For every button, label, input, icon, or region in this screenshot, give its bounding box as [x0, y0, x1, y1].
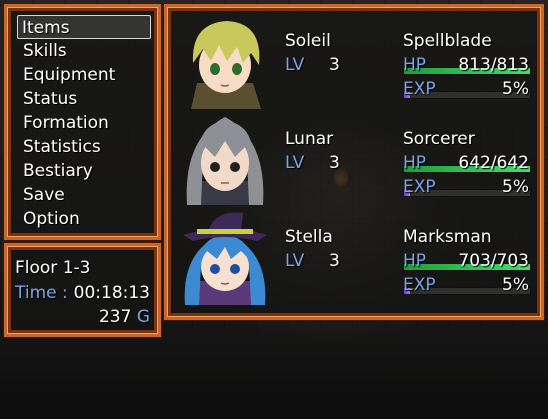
time-label: Time :: [15, 283, 68, 303]
soleil-level-value: 3: [329, 55, 340, 75]
party-member-soleil[interactable]: Soleil LV 3 Spellblade HP 813/813 EXP 5%: [167, 7, 541, 109]
stella-name: Stella: [285, 227, 333, 247]
lunar-name: Lunar: [285, 129, 334, 149]
soleil-hp-value: 813/813: [458, 55, 529, 75]
lunar-exp-value: 5%: [502, 177, 529, 197]
menu-item-equipment[interactable]: Equipment: [19, 63, 115, 87]
lunar-class: Sorcerer: [403, 129, 475, 149]
lunar-hp-label: HP: [403, 153, 427, 173]
play-time-value: 00:18:13: [73, 283, 150, 303]
stella-exp-label: EXP: [403, 275, 436, 295]
soleil-hp-label: HP: [403, 55, 427, 75]
lunar-level-value: 3: [329, 153, 340, 173]
lunar-level-label: LV: [285, 153, 305, 173]
menu-item-items[interactable]: Items: [17, 15, 151, 39]
stella-level-label: LV: [285, 251, 305, 271]
gold-value: 237: [98, 307, 132, 327]
lunar-portrait: [177, 109, 273, 205]
menu-item-bestiary[interactable]: Bestiary: [19, 159, 93, 183]
soleil-class: Spellblade: [403, 31, 492, 51]
party-member-lunar[interactable]: Lunar LV 3 Sorcerer HP 642/642 EXP 5%: [167, 107, 541, 207]
stella-class: Marksman: [403, 227, 492, 247]
soleil-exp-value: 5%: [502, 79, 529, 99]
location-label: Floor 1-3: [15, 258, 91, 278]
lunar-hp-value: 642/642: [458, 153, 529, 173]
stella-hp-value: 703/703: [458, 251, 529, 271]
party-member-stella[interactable]: Stella LV 3 Marksman HP 703/703 EXP 5%: [167, 207, 541, 313]
gold-unit: G: [136, 307, 150, 327]
menu-item-save[interactable]: Save: [19, 183, 65, 207]
menu-item-statistics[interactable]: Statistics: [19, 135, 101, 159]
menu-item-formation[interactable]: Formation: [19, 111, 109, 135]
party-status-window: Soleil LV 3 Spellblade HP 813/813 EXP 5%…: [164, 4, 544, 320]
menu-item-skills[interactable]: Skills: [19, 39, 67, 63]
gold-amount: 237 G: [99, 307, 150, 327]
soleil-exp-label: EXP: [403, 79, 436, 99]
menu-item-option[interactable]: Option: [19, 207, 80, 231]
soleil-name: Soleil: [285, 31, 331, 51]
stella-level-value: 3: [329, 251, 340, 271]
soleil-portrait: [177, 13, 273, 109]
stella-exp-value: 5%: [502, 275, 529, 295]
lunar-exp-label: EXP: [403, 177, 436, 197]
stella-hp-label: HP: [403, 251, 427, 271]
command-menu-window: Items Skills Equipment Status Formation …: [4, 4, 161, 240]
stella-portrait: [177, 209, 273, 305]
soleil-level-label: LV: [285, 55, 305, 75]
info-window: Floor 1-3 Time : 00:18:13 237 G: [4, 243, 161, 337]
menu-item-status[interactable]: Status: [19, 87, 77, 111]
